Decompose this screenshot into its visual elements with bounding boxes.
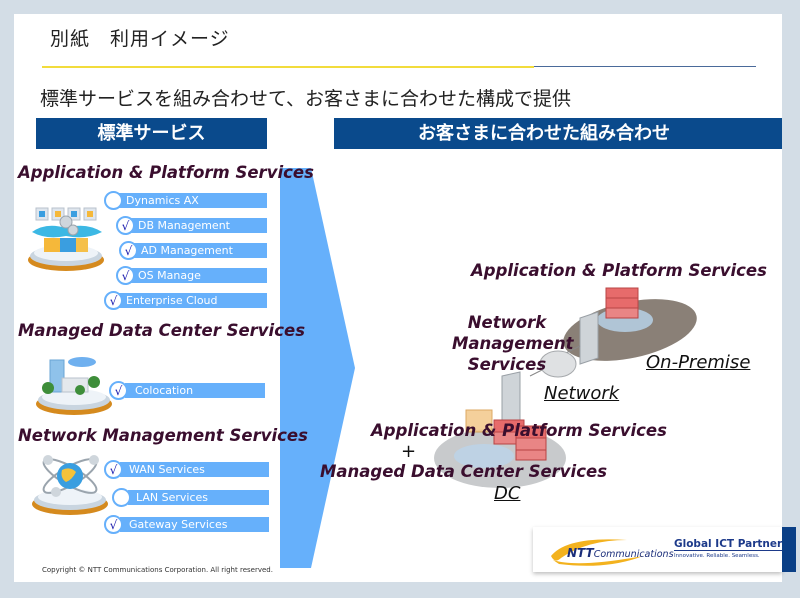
dc-app-platform-label: Application & Platform Services [371,421,667,440]
application-platform-icon [28,207,104,271]
ntt-logo-text: NTTCommunications [567,542,674,561]
plus-sign: + [401,441,417,462]
title-divider-yellow [42,66,534,68]
service-pill-lan: LAN Services [128,490,269,505]
unchecked-circle-icon [112,488,131,507]
onprem-services-label: Application & Platform Services [471,261,767,280]
check-icon: √ [109,381,128,400]
service-pill-ad-management: AD Management [133,243,267,258]
service-pill-enterprise-cloud: Enterprise Cloud [118,293,267,308]
dc-gateway-icon [501,371,521,425]
check-icon: √ [119,241,138,260]
service-pill-colocation: Colocation [125,383,265,398]
page-title: 別紙 利用イメージ [50,28,230,50]
network-management-line: Network [467,313,547,332]
copyright-text: Copyright © NTT Communications Corporati… [42,566,273,574]
section-title-data-center: Managed Data Center Services [18,321,306,340]
unchecked-circle-icon [104,191,123,210]
service-pill-os-manage: OS Manage [130,268,267,283]
tagline-subtitle: Innovative. Reliable. Seamless. [674,553,760,559]
network-management-label: Network Management Services [452,312,574,375]
combine-arrow-icon [280,168,355,568]
onprem-gateway-icon [579,311,599,365]
data-center-icon [36,357,112,415]
dc-label: DC [494,483,521,504]
service-pill-dynamics-ax: Dynamics AX [118,193,267,208]
custom-combination-header: お客さまに合わせた組み合わせ [334,118,782,149]
check-icon: √ [104,291,123,310]
check-icon: √ [116,216,135,235]
check-icon: √ [116,266,135,285]
tagline-title: Global ICT Partner [674,538,783,551]
section-title-network: Network Management Services [18,426,308,445]
service-pill-gateway: Gateway Services [120,517,269,532]
logo-communications: Communications [593,549,674,560]
service-pill-wan: WAN Services [120,462,269,477]
network-globe-icon [32,455,108,515]
logo-ntt: NTT [567,546,594,560]
onprem-server-icon [605,287,639,319]
network-management-line: Management [452,334,574,353]
network-management-line: Services [467,355,547,374]
on-premise-label: On-Premise [646,352,751,373]
check-icon: √ [104,460,123,479]
page-subtitle: 標準サービスを組み合わせて、お客さまに合わせた構成で提供 [40,88,572,110]
dc-managed-dc-label: Managed Data Center Services [320,462,608,481]
section-title-app-platform: Application & Platform Services [18,163,314,182]
ntt-logo-panel: NTTCommunications Global ICT Partner Inn… [533,527,783,572]
check-icon: √ [104,515,123,534]
network-label: Network [544,383,620,404]
title-divider-blue [534,66,756,67]
brand-strip [782,527,796,572]
service-pill-db-management: DB Management [130,218,267,233]
standard-services-header: 標準サービス [36,118,267,149]
